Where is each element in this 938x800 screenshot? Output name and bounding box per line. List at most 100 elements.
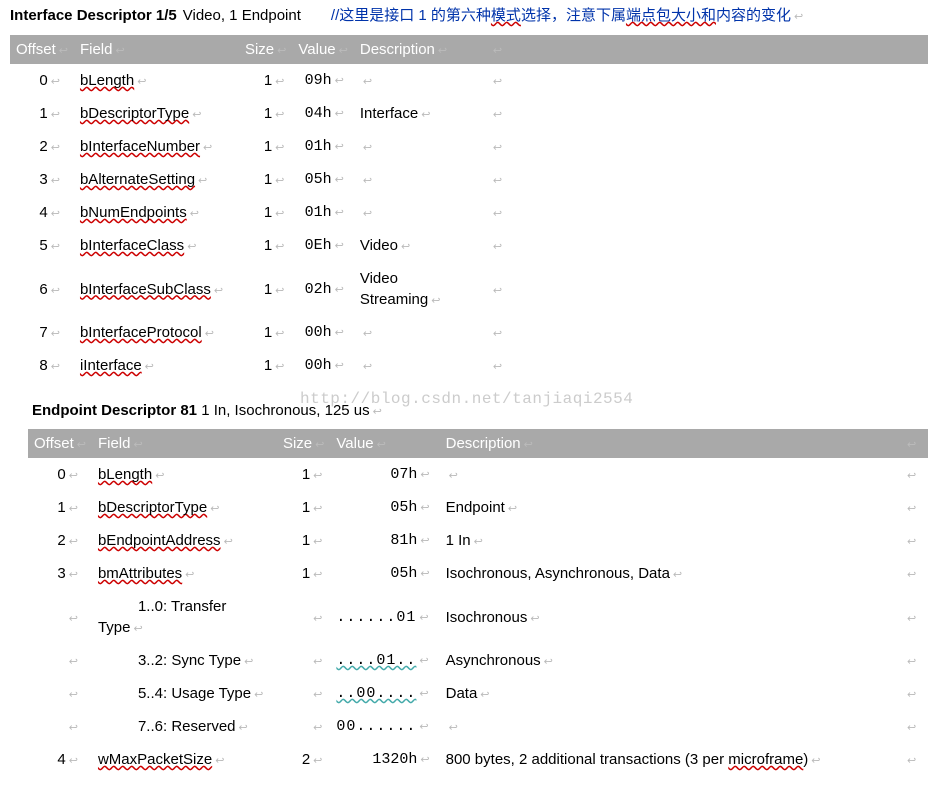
section1-title: Interface Descriptor 1/5: [10, 7, 177, 24]
cell-offset: 5↩: [10, 229, 74, 262]
cell-offset: 4↩: [10, 196, 74, 229]
cell-size: 1↩: [239, 97, 292, 130]
cell-description: Interface↩: [354, 97, 484, 130]
cell-size: 1↩: [239, 229, 292, 262]
cell-field: bLength↩: [74, 64, 239, 97]
table-row: ↩5..4: Usage Type↩↩..00....↩Data↩↩: [28, 677, 928, 710]
cell-description: ↩: [354, 196, 484, 229]
cell-field: 7..6: Reserved↩: [92, 710, 277, 743]
cell-description: Asynchronous↩: [440, 644, 898, 677]
section1-header: Interface Descriptor 1/5 Video, 1 Endpoi…: [10, 4, 928, 25]
col-value: Value↩: [292, 35, 353, 64]
cell-size: ↩: [277, 677, 330, 710]
cell-size: 2↩: [277, 743, 330, 776]
cell-value: 04h↩: [292, 97, 353, 130]
table-row: 2↩bEndpointAddress↩1↩81h↩1 In↩↩: [28, 524, 928, 557]
cell-field: bInterfaceSubClass↩: [74, 262, 239, 316]
cell-offset: 1↩: [10, 97, 74, 130]
cell-description: Data↩: [440, 677, 898, 710]
cell-value: 01h↩: [292, 130, 353, 163]
cell-value: 05h↩: [330, 557, 439, 590]
table-header-row: Offset↩ Field↩ Size↩ Value↩ Description↩…: [10, 35, 928, 64]
cell-end: ↩: [484, 349, 928, 382]
table-row: ↩3..2: Sync Type↩↩....01..↩Asynchronous↩…: [28, 644, 928, 677]
table-header-row: Offset↩ Field↩ Size↩ Value↩ Description↩…: [28, 429, 928, 458]
cell-value: 00h↩: [292, 349, 353, 382]
cell-value: ......01↩: [330, 590, 439, 644]
cell-size: ↩: [277, 590, 330, 644]
section1-sub: Video, 1 Endpoint: [183, 7, 301, 24]
cell-field: bInterfaceNumber↩: [74, 130, 239, 163]
table-row: 4↩bNumEndpoints↩1↩01h↩↩↩: [10, 196, 928, 229]
cell-description: 800 bytes, 2 additional transactions (3 …: [440, 743, 898, 776]
cell-offset: 0↩: [28, 458, 92, 491]
table-row: 3↩bAlternateSetting↩1↩05h↩↩↩: [10, 163, 928, 196]
cell-offset: ↩: [28, 710, 92, 743]
cell-value: 02h↩: [292, 262, 353, 316]
cell-field: bDescriptorType↩: [74, 97, 239, 130]
cell-offset: 3↩: [28, 557, 92, 590]
cell-size: 1↩: [277, 557, 330, 590]
cell-end: ↩: [484, 229, 928, 262]
cell-offset: 4↩: [28, 743, 92, 776]
table-row: 3↩bmAttributes↩1↩05h↩Isochronous, Asynch…: [28, 557, 928, 590]
cell-size: 1↩: [239, 316, 292, 349]
cell-value: 1320h↩: [330, 743, 439, 776]
cell-field: bNumEndpoints↩: [74, 196, 239, 229]
cell-size: 1↩: [239, 196, 292, 229]
table-row: 0↩bLength↩1↩07h↩↩↩: [28, 458, 928, 491]
cell-offset: 8↩: [10, 349, 74, 382]
cell-size: 1↩: [239, 262, 292, 316]
cell-field: bEndpointAddress↩: [92, 524, 277, 557]
cell-end: ↩: [898, 743, 928, 776]
table-row: 5↩bInterfaceClass↩1↩0Eh↩Video↩↩: [10, 229, 928, 262]
cell-value: 05h↩: [292, 163, 353, 196]
cell-end: ↩: [484, 262, 928, 316]
cell-field: 1..0: Transfer Type↩: [92, 590, 277, 644]
section1-comment: //这里是接口 1 的第六种模式选择，注意下属端点包大小和内容的变化↩: [331, 4, 803, 25]
cell-description: ↩: [440, 458, 898, 491]
cell-end: ↩: [484, 196, 928, 229]
cell-description: Endpoint↩: [440, 491, 898, 524]
cell-value: 00......↩: [330, 710, 439, 743]
cell-value: 00h↩: [292, 316, 353, 349]
cell-field: iInterface↩: [74, 349, 239, 382]
cell-offset: 3↩: [10, 163, 74, 196]
col-field: Field↩: [92, 429, 277, 458]
cell-field: bInterfaceProtocol↩: [74, 316, 239, 349]
table-row: 1↩bDescriptorType↩1↩04h↩Interface↩↩: [10, 97, 928, 130]
table-row: 6↩bInterfaceSubClass↩1↩02h↩Video Streami…: [10, 262, 928, 316]
cell-end: ↩: [898, 524, 928, 557]
cell-end: ↩: [484, 64, 928, 97]
cell-offset: 2↩: [10, 130, 74, 163]
cell-end: ↩: [898, 590, 928, 644]
cell-value: ....01..↩: [330, 644, 439, 677]
cell-field: bAlternateSetting↩: [74, 163, 239, 196]
cell-end: ↩: [484, 97, 928, 130]
cell-end: ↩: [898, 677, 928, 710]
cell-offset: 7↩: [10, 316, 74, 349]
table-row: 8↩iInterface↩1↩00h↩↩↩: [10, 349, 928, 382]
endpoint-descriptor-table: Offset↩ Field↩ Size↩ Value↩ Description↩…: [28, 429, 928, 776]
cell-end: ↩: [484, 130, 928, 163]
cell-size: 1↩: [239, 130, 292, 163]
cell-field: 5..4: Usage Type↩: [92, 677, 277, 710]
cell-value: 01h↩: [292, 196, 353, 229]
cell-value: 09h↩: [292, 64, 353, 97]
cell-value: 05h↩: [330, 491, 439, 524]
table-row: 1↩bDescriptorType↩1↩05h↩Endpoint↩↩: [28, 491, 928, 524]
cell-description: ↩: [440, 710, 898, 743]
col-offset: Offset↩: [10, 35, 74, 64]
cell-end: ↩: [484, 163, 928, 196]
cell-field: bLength↩: [92, 458, 277, 491]
cell-offset: 6↩: [10, 262, 74, 316]
cell-offset: 2↩: [28, 524, 92, 557]
section2-title: Endpoint Descriptor 81: [32, 402, 197, 419]
col-description: Description↩: [440, 429, 898, 458]
cell-value: 07h↩: [330, 458, 439, 491]
col-description: Description↩: [354, 35, 484, 64]
cell-offset: ↩: [28, 677, 92, 710]
cell-description: ↩: [354, 130, 484, 163]
cell-size: 1↩: [277, 524, 330, 557]
table-row: 2↩bInterfaceNumber↩1↩01h↩↩↩: [10, 130, 928, 163]
